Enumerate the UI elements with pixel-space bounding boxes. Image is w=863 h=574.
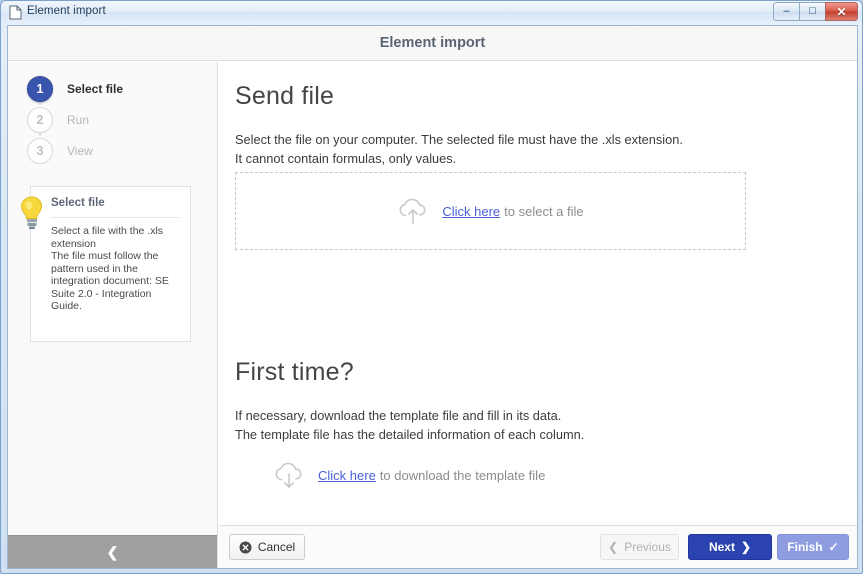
finish-label: Finish [787,540,823,554]
chevron-left-icon: ❮ [608,540,619,554]
select-file-link[interactable]: Click here [442,204,500,219]
file-dropzone[interactable]: Click here to select a file [235,172,746,250]
sidebar-step-run[interactable]: 2 Run [27,104,123,136]
close-icon: ✕ [836,4,847,19]
step-label-2: Run [67,112,90,127]
window-titlebar: Element import – □ ✕ [1,1,862,24]
download-template-row[interactable]: Click here to download the template file [273,462,545,488]
maximize-button[interactable]: □ [799,2,826,21]
download-template-suffix: to download the template file [379,467,546,483]
step-label-3: View [67,143,93,158]
cloud-upload-icon [397,198,430,224]
sidebar-step-select-file[interactable]: 1 Select file [27,73,124,105]
tip-divider [51,217,180,218]
sidebar-step-view[interactable]: 3 View [27,135,123,166]
finish-button[interactable]: Finish ✓ [777,534,849,560]
first-time-heading: First time? [235,358,354,386]
main-content: Send file Select the file on your comput… [219,62,857,568]
download-template-link[interactable]: Click here [318,468,376,483]
cloud-download-icon [273,462,306,488]
check-icon: ✓ [828,540,839,554]
document-icon [9,5,22,20]
step-list: 1 Select file 2 Run 3 View [27,73,123,166]
step-label-1: Select file [67,81,124,96]
previous-button[interactable]: ❮ Previous [600,534,679,560]
step-number-2: 2 [27,106,53,133]
send-file-description: Select the file on your computer. The se… [235,132,683,166]
tip-title: Select file [51,197,105,209]
cancel-button[interactable]: Cancel [229,534,305,560]
previous-label: Previous [624,540,671,554]
window-title: Element import [27,5,106,17]
select-file-suffix: to select a file [504,203,584,219]
send-file-heading: Send file [235,82,335,110]
step-number-1: 1 [27,75,53,102]
minimize-button[interactable]: – [773,2,800,21]
tip-body: Select a file with the .xls extension Th… [51,225,169,312]
cancel-label: Cancel [257,540,296,554]
cancel-circle-icon [239,541,252,554]
dialog-header: Element import [8,26,857,61]
content-scroll-area: Send file Select the file on your comput… [219,62,857,525]
os-window: Element import – □ ✕ Element import 1 Se… [0,0,863,574]
dialog-footer: Cancel ❮ Previous Next ❯ Finish ✓ [219,525,857,568]
chevron-left-icon: ❮ [106,543,119,560]
sidebar: 1 Select file 2 Run 3 View Select file S… [8,62,218,568]
sidebar-collapse-button[interactable]: ❮ [8,535,217,568]
next-button[interactable]: Next ❯ [688,534,772,560]
dialog-title: Element import [379,35,486,51]
chevron-right-icon: ❯ [740,540,752,554]
tip-card: Select file Select a file with the .xls … [20,186,191,342]
minimize-icon: – [783,5,790,17]
close-button[interactable]: ✕ [825,2,858,21]
application-pane: Element import 1 Select file 2 Run 3 Vie… [7,25,858,569]
upload-link-row[interactable]: Click here to select a file [397,198,584,224]
maximize-icon: □ [809,5,816,17]
step-number-3: 3 [27,137,53,164]
dialog-body: 1 Select file 2 Run 3 View Select file S… [8,62,857,568]
lightbulb-icon [19,195,45,231]
first-time-description: If necessary, download the template file… [235,408,585,442]
next-label: Next [708,540,735,554]
